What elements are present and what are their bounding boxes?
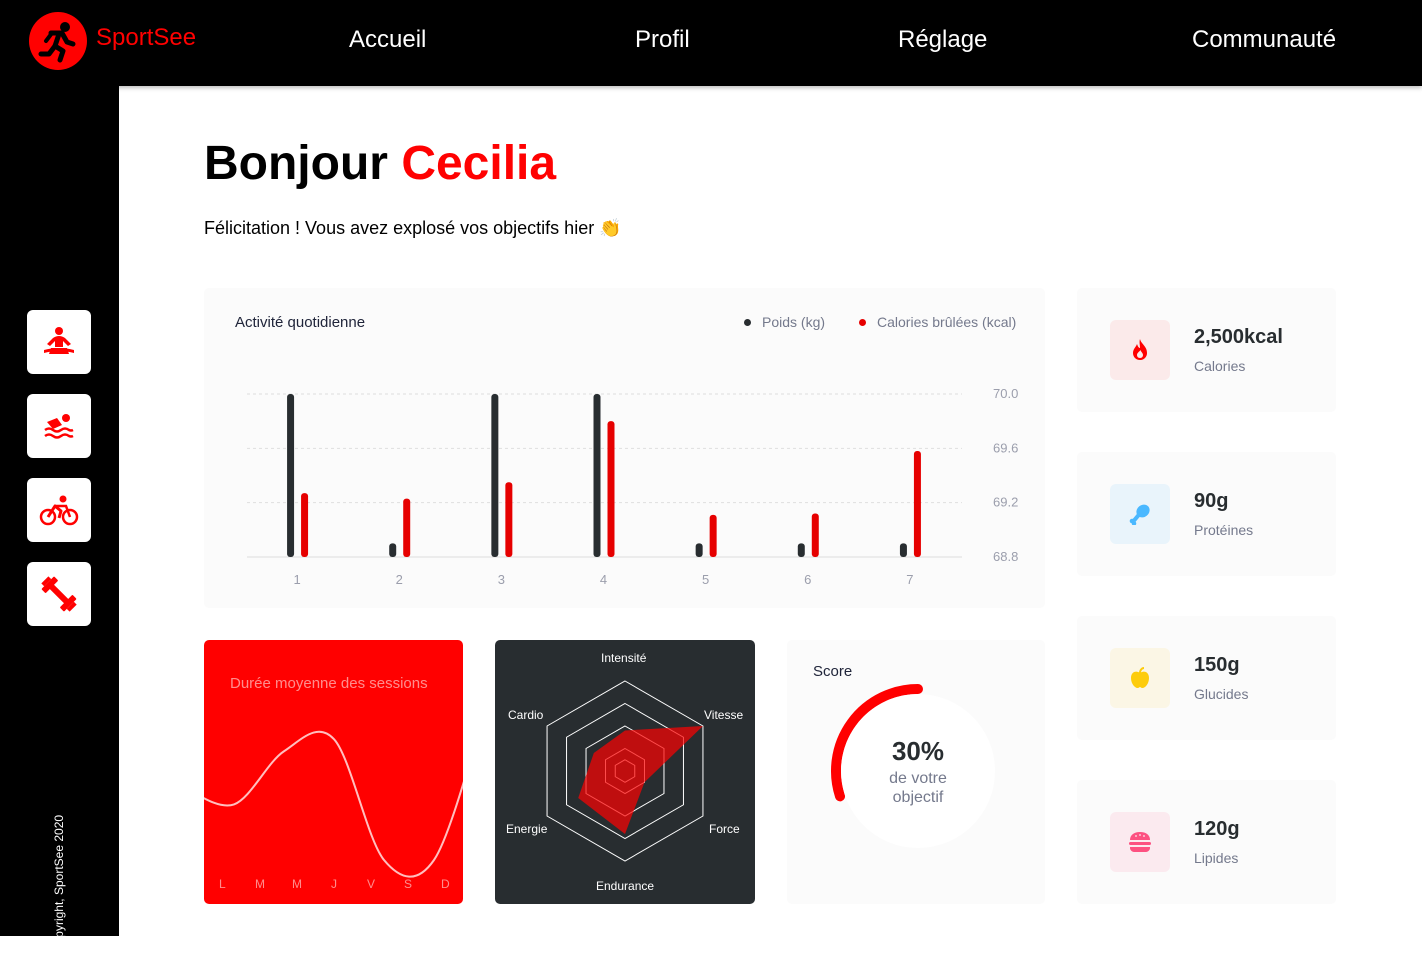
lipides-icon-box xyxy=(1110,812,1170,872)
calories-label: Calories xyxy=(1194,358,1246,374)
key-data-card-proteines: 90g Protéines xyxy=(1077,452,1336,576)
x-tick-label: 4 xyxy=(600,572,607,587)
day-label: J xyxy=(331,877,337,891)
runner-logo-icon xyxy=(29,12,87,70)
user-name: Cecilia xyxy=(401,137,557,190)
calories-value: 2,500kcal xyxy=(1194,326,1283,348)
key-data-card-lipides: 120g Lipides xyxy=(1077,780,1336,904)
cycling-icon xyxy=(39,495,79,526)
x-tick-label: 7 xyxy=(906,572,913,587)
proteines-label: Protéines xyxy=(1194,522,1254,538)
glucides-label: Glucides xyxy=(1194,686,1249,702)
day-label: L xyxy=(219,877,226,891)
page-title: Bonjour Cecilia xyxy=(204,136,556,191)
y-tick-label: 69.6 xyxy=(993,440,1018,455)
key-data-card-glucides: 150g Glucides xyxy=(1077,616,1336,740)
activity-chart-card: Activité quotidienne Poids (kg) Calories… xyxy=(204,288,1045,608)
calories-bar xyxy=(301,493,309,557)
x-tick-label: 6 xyxy=(804,572,811,587)
sidebar-yoga-button[interactable] xyxy=(27,310,91,374)
sidebar-dumbbell-button[interactable] xyxy=(27,562,91,626)
calories-bar xyxy=(607,421,615,557)
logo[interactable]: SportSee xyxy=(29,12,196,70)
sessions-chart-card: Durée moyenne des sessions L M M J V S D xyxy=(204,640,463,904)
weight-bar xyxy=(287,394,295,557)
radar-label-endurance: Endurance xyxy=(596,879,655,893)
performance-radar-card: Intensité Vitesse Force Endurance Energi… xyxy=(495,640,755,904)
score-value: 30% xyxy=(891,735,945,766)
day-label: V xyxy=(367,877,376,891)
logo-text: SportSee xyxy=(96,24,197,51)
apple-icon xyxy=(1131,667,1149,688)
lipides-label: Lipides xyxy=(1194,850,1239,866)
glucides-value: 150g xyxy=(1194,654,1240,676)
greeting-word: Bonjour xyxy=(204,137,388,190)
lipides-value: 120g xyxy=(1194,818,1240,840)
nav-communaute[interactable]: Communauté xyxy=(1192,26,1336,54)
y-tick-label: 69.2 xyxy=(993,495,1018,510)
sessions-line-chart xyxy=(204,730,463,878)
x-tick-label: 2 xyxy=(396,572,403,587)
copyright-text: Copyright, SportSee 2020 xyxy=(52,814,66,953)
glucides-icon-box xyxy=(1110,648,1170,708)
weight-bar xyxy=(695,543,703,557)
day-label: M xyxy=(255,877,265,891)
calories-bar xyxy=(913,451,921,557)
congrats-message: Félicitation ! Vous avez explosé vos obj… xyxy=(204,218,622,238)
radar-label-energie: Energie xyxy=(506,822,548,836)
key-data-card-calories: 2,500kcal Calories xyxy=(1077,288,1336,412)
dumbbell-icon xyxy=(41,576,77,612)
radar-label-cardio: Cardio xyxy=(508,708,544,722)
top-navbar: SportSee Accueil Profil Réglage Communau… xyxy=(0,0,1422,86)
swimming-icon xyxy=(44,414,74,439)
x-tick-label: 1 xyxy=(293,572,300,587)
yoga-icon xyxy=(44,327,74,354)
proteines-icon-box xyxy=(1110,484,1170,544)
weight-bar xyxy=(797,543,805,557)
day-label: S xyxy=(404,877,413,891)
day-label: D xyxy=(441,877,450,891)
sidebar: Copyright, SportSee 2020 xyxy=(0,86,119,953)
radar-label-force: Force xyxy=(709,822,740,836)
x-tick-label: 3 xyxy=(498,572,505,587)
weight-bar xyxy=(491,394,499,557)
score-caption-2: objectif xyxy=(892,788,944,806)
weight-bar xyxy=(389,543,397,557)
nav-reglage[interactable]: Réglage xyxy=(898,26,987,54)
sessions-line xyxy=(204,730,463,878)
sidebar-swimming-button[interactable] xyxy=(27,394,91,458)
proteines-value: 90g xyxy=(1194,490,1229,512)
calories-bar xyxy=(709,514,717,557)
activity-bar-chart: 70.0 69.6 69.2 68.8 1 2 3 4 5 6 7 xyxy=(247,386,1018,587)
y-tick-label: 68.8 xyxy=(993,549,1018,564)
x-tick-label: 5 xyxy=(702,572,709,587)
score-card: Score 30% de votre objectif xyxy=(787,640,1045,904)
calories-bar xyxy=(811,513,819,557)
radar-label-vitesse: Vitesse xyxy=(704,708,744,722)
weight-bar xyxy=(899,543,907,557)
y-tick-label: 70.0 xyxy=(993,386,1018,401)
score-center: 30% de votre objectif xyxy=(841,694,995,848)
radar-label-intensite: Intensité xyxy=(601,651,647,665)
flame-icon xyxy=(1133,339,1147,360)
burger-icon xyxy=(1129,832,1151,852)
sidebar-cycling-button[interactable] xyxy=(27,478,91,542)
weight-bar xyxy=(593,394,601,557)
calories-bar xyxy=(403,498,411,557)
nav-profil[interactable]: Profil xyxy=(635,26,690,54)
score-caption-1: de votre xyxy=(889,769,947,787)
calories-icon-box xyxy=(1110,320,1170,380)
chicken-leg-icon xyxy=(1129,504,1150,525)
day-label: M xyxy=(292,877,302,891)
nav-accueil[interactable]: Accueil xyxy=(349,26,426,54)
performance-radar-chart xyxy=(546,680,704,862)
calories-bar xyxy=(505,482,513,557)
